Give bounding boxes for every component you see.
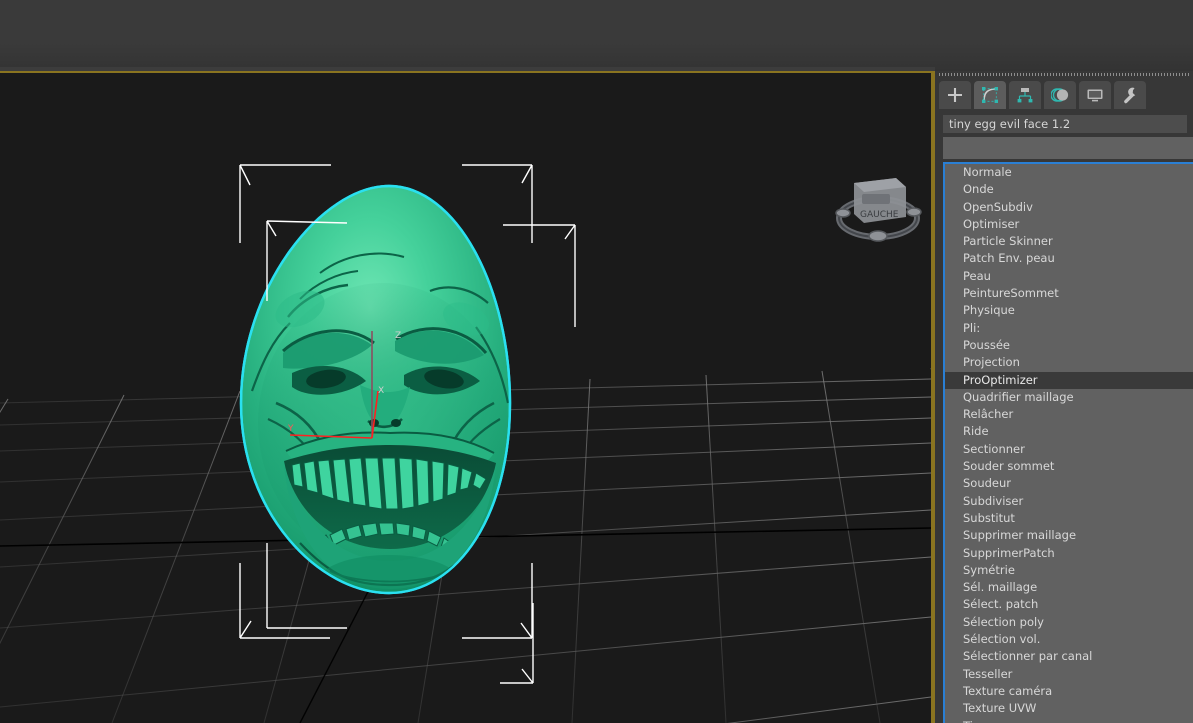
- modifier-list-item[interactable]: Relâcher: [945, 406, 1193, 423]
- modifier-list[interactable]: Normale Onde OpenSubdiv Optimiser Particle S…: [943, 162, 1193, 723]
- modifier-list-item[interactable]: Tissu: [945, 718, 1193, 723]
- modifier-list-item[interactable]: Texture UVW: [945, 700, 1193, 717]
- viewcube-face-label: GAUCHE: [860, 210, 899, 220]
- svg-text:Z: Z: [395, 331, 401, 341]
- object-name-field[interactable]: tiny egg evil face 1.2: [943, 115, 1187, 133]
- grip-dots: [939, 73, 1189, 76]
- tab-create[interactable]: [939, 81, 971, 109]
- modifier-list-item[interactable]: Sélectionner par canal: [945, 648, 1193, 665]
- modifier-list-item[interactable]: Peau: [945, 268, 1193, 285]
- modifier-list-item[interactable]: Poussée: [945, 337, 1193, 354]
- modifier-list-item[interactable]: Symétrie: [945, 562, 1193, 579]
- viewcube: GAUCHE: [835, 178, 922, 242]
- command-panel: tiny egg evil face 1.2 Normale Onde OpenSu…: [935, 71, 1193, 723]
- modifier-list-item[interactable]: Subdiviser: [945, 493, 1193, 510]
- svg-text:X: X: [378, 386, 384, 396]
- modifier-list-item[interactable]: Projection: [945, 354, 1193, 371]
- modifier-list-item[interactable]: Tesseller: [945, 666, 1193, 683]
- tab-motion[interactable]: [1044, 81, 1076, 109]
- modifier-list-item[interactable]: Sélection poly: [945, 614, 1193, 631]
- modifier-list-item[interactable]: Souder sommet: [945, 458, 1193, 475]
- viewport-perspective[interactable]: Z Y X GAUCHE: [0, 73, 931, 723]
- modifier-list-item[interactable]: Quadrifier maillage: [945, 389, 1193, 406]
- modifier-list-item[interactable]: Onde: [945, 181, 1193, 198]
- viewport-overlays: Z Y X GAUCHE: [239, 164, 922, 684]
- modifier-list-item[interactable]: Soudeur: [945, 475, 1193, 492]
- modifier-list-item[interactable]: Sélection vol.: [945, 631, 1193, 648]
- motion-icon: [1051, 88, 1069, 102]
- tab-utilities[interactable]: [1114, 81, 1146, 109]
- modifier-list-item[interactable]: Normale: [945, 164, 1193, 181]
- viewport-active-border: Z Y X GAUCHE: [0, 71, 935, 723]
- modifier-list-item[interactable]: Patch Env. peau: [945, 250, 1193, 267]
- modifier-list-item[interactable]: Sél. maillage: [945, 579, 1193, 596]
- modifier-list-item[interactable]: Sélect. patch: [945, 596, 1193, 613]
- modify-icon: [982, 87, 998, 103]
- modifier-list-item[interactable]: SupprimerPatch: [945, 545, 1193, 562]
- modifier-list-item[interactable]: Texture caméra: [945, 683, 1193, 700]
- tab-display[interactable]: [1079, 81, 1111, 109]
- tab-modify[interactable]: [974, 81, 1006, 109]
- modifier-list-item[interactable]: Supprimer maillage: [945, 527, 1193, 544]
- modifier-list-item[interactable]: Ride: [945, 423, 1193, 440]
- modifier-list-item[interactable]: Pli:: [945, 320, 1193, 337]
- move-gizmo: Z Y X: [287, 331, 401, 439]
- modifier-list-item[interactable]: Optimiser: [945, 216, 1193, 233]
- modifier-list-item[interactable]: Sectionner: [945, 441, 1193, 458]
- tab-hierarchy[interactable]: [1009, 81, 1041, 109]
- modifier-list-item[interactable]: OpenSubdiv: [945, 199, 1193, 216]
- modifier-list-item[interactable]: Substitut: [945, 510, 1193, 527]
- hierarchy-icon: [1017, 88, 1033, 103]
- object-color-swatch-row[interactable]: [943, 137, 1193, 159]
- modifier-list-item[interactable]: PeintureSommet: [945, 285, 1193, 302]
- command-panel-grip[interactable]: [935, 71, 1193, 79]
- modifier-list-item[interactable]: ProOptimizer: [945, 371, 1193, 389]
- svg-text:Y: Y: [287, 424, 294, 434]
- wrench-icon: [1124, 87, 1136, 104]
- command-panel-tabs: [935, 79, 1193, 109]
- top-toolbar-area: [0, 0, 1193, 72]
- modifier-list-item[interactable]: Particle Skinner: [945, 233, 1193, 250]
- display-icon: [1087, 89, 1103, 102]
- modifier-list-item[interactable]: Physique: [945, 302, 1193, 319]
- plus-icon: [948, 88, 962, 102]
